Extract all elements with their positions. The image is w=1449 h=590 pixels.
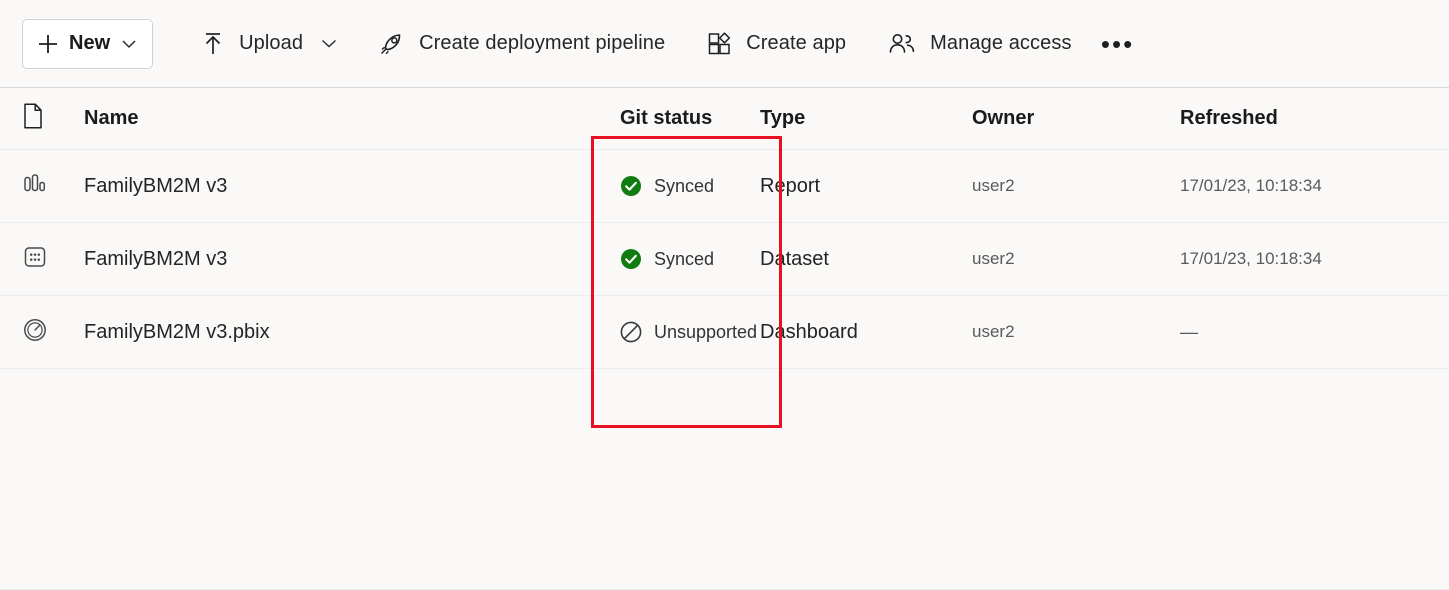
table-row[interactable]: FamilyBM2M v3 Synced Report user2 17/01/…: [0, 150, 1449, 223]
app-grid-icon: [707, 31, 732, 56]
workspace-content-list: Name Git status Type Owner Refreshed Fam…: [0, 88, 1449, 369]
row-owner: user2: [972, 322, 1180, 342]
row-git-status-label: Synced: [654, 249, 714, 270]
row-name[interactable]: FamilyBM2M v3: [84, 175, 592, 198]
row-git-status: Synced: [592, 175, 760, 197]
row-type-icon-cell: [22, 317, 84, 348]
report-bar-chart-icon: [22, 172, 48, 201]
people-icon: [888, 32, 916, 56]
chevron-down-icon[interactable]: [321, 38, 337, 49]
more-options-label: •••: [1101, 39, 1134, 49]
rocket-icon: [379, 31, 405, 57]
new-button[interactable]: New: [22, 19, 153, 69]
column-header-git-status[interactable]: Git status: [592, 107, 760, 130]
create-app-label: Create app: [746, 32, 846, 55]
dataset-grid-icon: [22, 245, 48, 274]
upload-button[interactable]: Upload: [201, 24, 337, 64]
create-deployment-pipeline-button[interactable]: Create deployment pipeline: [379, 24, 665, 64]
row-owner: user2: [972, 176, 1180, 196]
row-refreshed: —: [1180, 322, 1427, 343]
row-refreshed: 17/01/23, 10:18:34: [1180, 249, 1427, 269]
row-git-status-label: Synced: [654, 176, 714, 197]
row-type-icon-cell: [22, 245, 84, 274]
row-type: Dashboard: [760, 321, 972, 344]
row-name[interactable]: FamilyBM2M v3: [84, 248, 592, 271]
new-button-label: New: [69, 32, 110, 55]
green-check-circle-icon: [620, 248, 642, 270]
more-horizontal-icon[interactable]: •••: [1098, 24, 1138, 64]
row-type: Dataset: [760, 248, 972, 271]
green-check-circle-icon: [620, 175, 642, 197]
column-header-owner[interactable]: Owner: [972, 107, 1180, 130]
table-row[interactable]: FamilyBM2M v3 Synced Dataset user2 17/01…: [0, 223, 1449, 296]
plus-icon: [37, 33, 59, 55]
upload-arrow-icon: [201, 31, 225, 57]
column-header-git-status-label: Git status: [620, 107, 712, 130]
command-toolbar: New Upload: [0, 0, 1449, 88]
create-deployment-pipeline-label: Create deployment pipeline: [419, 32, 665, 55]
row-git-status-label: Unsupported: [654, 322, 757, 343]
row-type: Report: [760, 175, 972, 198]
row-type-icon-cell: [22, 172, 84, 201]
column-header-type[interactable]: Type: [760, 107, 972, 130]
table-row[interactable]: FamilyBM2M v3.pbix Unsupported Dashboard…: [0, 296, 1449, 369]
manage-access-label: Manage access: [930, 32, 1071, 55]
upload-label: Upload: [239, 32, 303, 55]
column-header-icon: [22, 103, 84, 134]
row-name[interactable]: FamilyBM2M v3.pbix: [84, 321, 592, 344]
blocked-circle-icon: [620, 321, 642, 343]
column-header-name[interactable]: Name: [84, 107, 592, 130]
create-app-button[interactable]: Create app: [707, 24, 846, 64]
row-git-status: Synced: [592, 248, 760, 270]
chevron-down-icon: [122, 39, 136, 49]
file-document-icon: [22, 103, 44, 134]
table-header-row: Name Git status Type Owner Refreshed: [0, 88, 1449, 150]
row-git-status: Unsupported: [592, 321, 760, 343]
column-header-refreshed[interactable]: Refreshed: [1180, 107, 1427, 130]
row-owner: user2: [972, 249, 1180, 269]
manage-access-button[interactable]: Manage access: [888, 24, 1071, 64]
dashboard-gauge-icon: [22, 317, 48, 348]
row-refreshed: 17/01/23, 10:18:34: [1180, 176, 1427, 196]
